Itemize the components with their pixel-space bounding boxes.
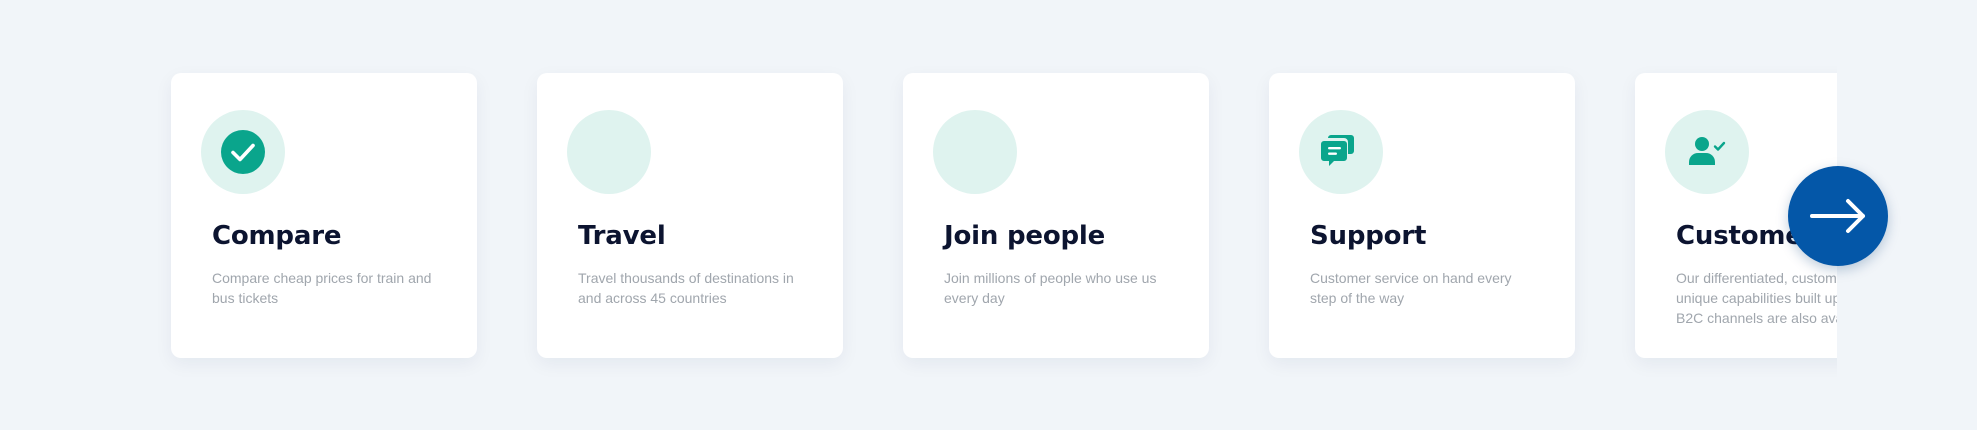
features-carousel: Compare Compare cheap prices for train a…: [0, 0, 1837, 430]
card-title: Compare: [212, 221, 342, 251]
card-description: Our differentiated, customer features an…: [1676, 270, 1837, 326]
carousel-next-button[interactable]: [1788, 166, 1888, 266]
feature-card-travel: Travel Travel thousands of destinations …: [537, 73, 843, 358]
chat-bubbles-icon: [1321, 135, 1354, 166]
card-title: Travel: [578, 221, 666, 251]
feature-card-compare: Compare Compare cheap prices for train a…: [171, 73, 477, 358]
card-description: Travel thousands of destinations in and …: [578, 270, 794, 306]
arrow-right-icon: [1810, 199, 1865, 233]
card-description: Compare cheap prices for train and bus t…: [212, 270, 432, 306]
card-description: Join millions of people who use us every…: [944, 270, 1157, 306]
feature-card-support: Support Customer service on hand every s…: [1269, 73, 1575, 358]
user-check-icon: [1689, 137, 1726, 165]
card-description: Customer service on hand every step of t…: [1310, 270, 1512, 306]
travel-icon-circle: [567, 110, 651, 194]
customer-icon-circle: [1665, 110, 1749, 194]
support-icon-circle: [1299, 110, 1383, 194]
card-title: Support: [1310, 221, 1427, 251]
feature-card-join-people: Join people Join millions of people who …: [903, 73, 1209, 358]
join-people-icon-circle: [933, 110, 1017, 194]
card-title: Join people: [944, 221, 1106, 251]
check-circle-icon: [221, 130, 265, 174]
compare-icon-circle: [201, 110, 285, 194]
